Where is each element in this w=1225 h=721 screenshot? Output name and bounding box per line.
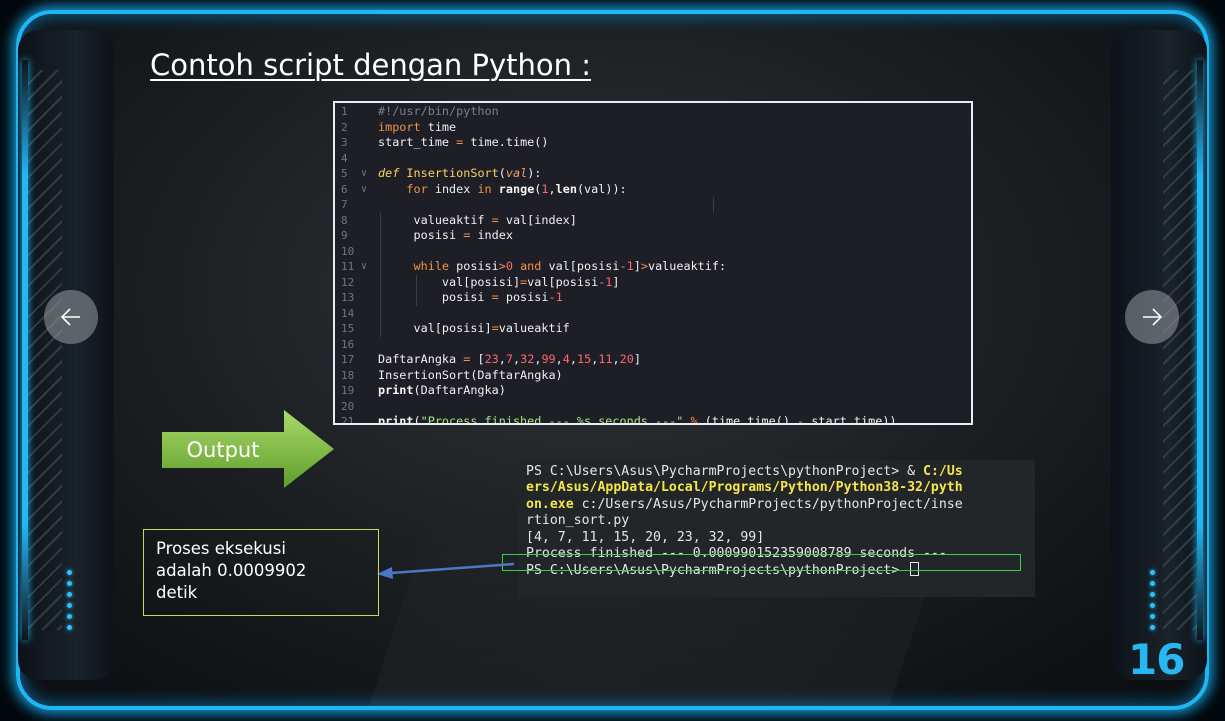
code-line: 16 [341,337,355,351]
next-slide-button[interactable] [1125,290,1179,344]
arrow-left-icon [60,308,80,326]
code-line: 11 ∨ while posisi>0 and val[posisi-1]>val… [341,259,727,275]
connector-arrow [377,562,515,579]
right-indicator-dots [1150,570,1156,636]
code-line: 9 posisi = index [341,228,513,244]
left-decorative-panel [18,30,114,680]
code-line: 2 import time [341,119,457,134]
code-line: 6 ∨ for index in range(1,len(val)): [341,181,627,196]
code-line: 1 #!/usr/bin/python [341,104,499,118]
code-line: 13 posisi = posisi-1 [341,290,563,306]
note-line: Proses eksekusi [156,539,286,558]
code-line: 19 print(DaftarAngka) [341,383,506,397]
left-glow-bar [22,60,28,640]
slide-frame: Contoh script dengan Python : 1 #!/usr/bi… [0,0,1225,721]
right-glow-bar [1197,60,1203,640]
terminal-line: on.exe c:/Users/Asus/PycharmProjects/pyt… [526,496,963,512]
terminal-output: PS C:\Users\Asus\PycharmProjects\pythonP… [518,460,1035,597]
note-line: adalah 0.0009902 [156,561,307,580]
code-line: 5 ∨ def InsertionSort(val): [341,166,542,180]
left-indicator-dots [67,570,73,636]
code-line: 15 val[posisi]=valueaktif [341,321,570,337]
code-line: 14 [335,305,971,321]
code-line: 8 valueaktif = val[index] [341,212,577,228]
slide-title: Contoh script dengan Python : [150,48,592,82]
code-line: 10 [335,243,971,259]
terminal-line: rtion_sort.py [526,513,630,529]
code-line: 7 [335,197,971,213]
code-editor: 1 #!/usr/bin/python 2 import time 3 start_t… [333,101,973,425]
arrow-right-icon [1143,308,1163,326]
page-number: 16 [1128,635,1185,684]
code-line: 20 [341,399,355,413]
output-label: Output [186,438,260,462]
note-line: detik [156,583,198,602]
previous-slide-button[interactable] [44,290,98,344]
code-line: 3 start_time = time.time() [341,135,549,149]
execution-time-note: Proses eksekusi adalah 0.0009902 detik [143,529,379,616]
terminal-line: ers/Asus/AppData/Local/Programs/Python/P… [526,480,963,496]
terminal-line: PS C:\Users\Asus\PycharmProjects\pythonP… [526,464,963,479]
code-line: 4 [341,151,348,165]
code-line: 12 val[posisi]=val[posisi-1] [341,274,620,290]
terminal-line: [4, 7, 11, 15, 20, 23, 32, 99] [526,529,765,545]
process-time-highlight [502,554,1021,571]
code-line: 17 DaftarAngka = [23,7,32,99,4,15,11,20] [341,352,641,366]
code-line: 21 print("Process finished --- %s seconds… [341,414,897,425]
code-line: 18 InsertionSort(DaftarAngka) [341,367,563,382]
right-decorative-panel [1111,30,1207,680]
